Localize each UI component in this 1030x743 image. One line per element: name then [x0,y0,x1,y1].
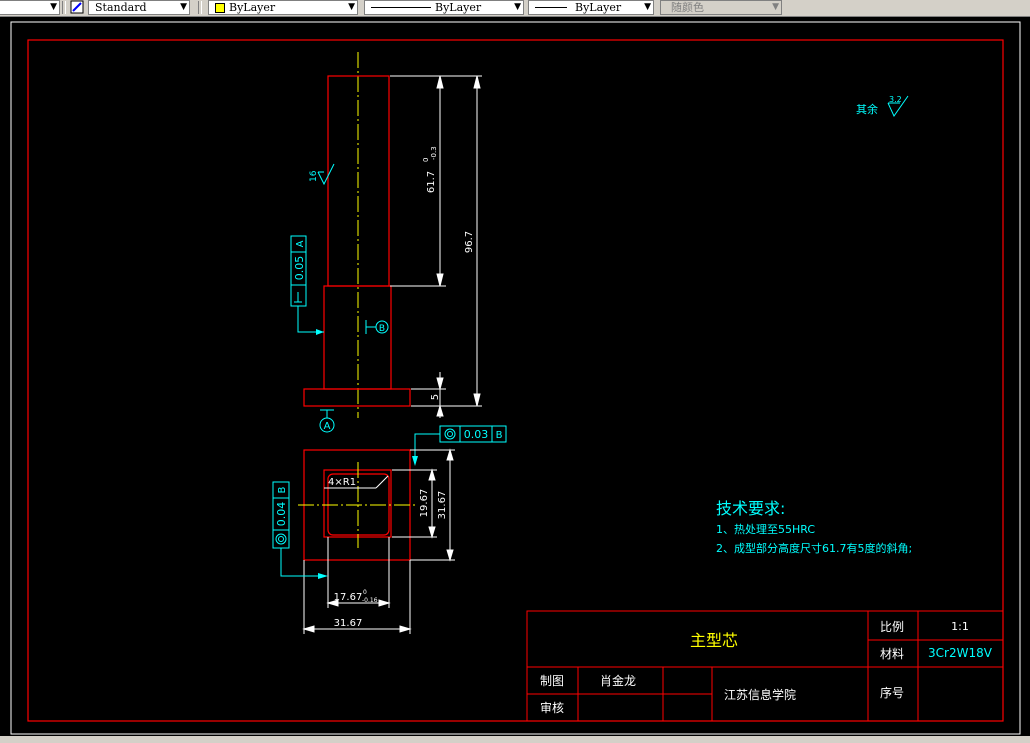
chevron-down-icon: ▼ [772,2,779,12]
roughness-default-label: 其余 [856,102,878,116]
dim-outer-width: 31.67 [334,618,363,629]
part-name: 主型芯 [690,631,738,650]
chevron-down-icon: ▼ [348,2,355,12]
fillet-label: 4×R1 [328,477,356,488]
plot-style-combo: 随颜色 ▼ [660,0,782,15]
plot-style-value: 随颜色 [671,1,704,14]
title-block [526,610,1004,722]
lineweight-value: ByLayer [575,1,622,14]
top-view: 4×R1 [298,449,418,561]
properties-toolbar: ▼ Standard ▼ ByLayer ▼ ByLayer ▼ ByLayer… [0,0,1030,17]
chevron-down-icon: ▼ [514,2,521,12]
dim-inner-width: 17.67 [334,592,363,603]
status-strip [0,736,1030,743]
drawn-label: 制图 [540,674,564,688]
dim-inner-height: 19.67 [419,489,430,518]
default-roughness: 其余 3.2 [856,95,909,117]
toolbar-separator [198,1,202,14]
datum-b-label: B [379,324,385,334]
perpendicularity-frame: A 0.05 [290,235,324,335]
roughness-face-value: 16 [309,170,319,182]
dim-upper-tol-lower: -0.3 [430,146,438,160]
institution: 江苏信息学院 [724,687,796,702]
datum-a-label: A [324,421,331,432]
scale-value: 1:1 [951,620,969,633]
drawing-border [27,39,1004,722]
lineweight-combo[interactable]: ByLayer ▼ [528,0,654,15]
text-style-icon[interactable] [70,0,84,14]
dim-total-height: 96.7 [464,231,475,253]
conc-tol-value: 0.03 [464,428,489,441]
roughness-default-value: 3.2 [889,95,902,104]
top-dimensions [302,448,455,634]
conc-tol-value-2: 0.04 [275,502,288,527]
color-swatch-icon [215,3,225,13]
roughness-face-symbol: 16 [309,163,335,186]
scale-label: 比例 [880,620,904,634]
text-style-combo[interactable]: Standard ▼ [88,0,190,15]
core-flange [303,388,411,407]
material-value: 3Cr2W18V [928,646,993,660]
toolbar-separator [62,1,66,14]
checked-label: 审核 [540,700,564,715]
linetype-value: ByLayer [435,1,482,14]
dim-upper-height: 61.7 [426,171,437,193]
chevron-down-icon: ▼ [644,2,651,12]
conc-tol-datum-2: B [277,486,288,493]
dim-inner-width-tol-lower: -0.16 [362,597,378,604]
chevron-down-icon: ▼ [50,2,57,12]
lineweight-sample-icon [535,7,567,8]
concentricity-frame-top: 0.03 B [412,425,507,466]
dim-flange: 5 [430,394,441,400]
datum-b-symbol: B [365,320,389,334]
tech-req-item-1: 1、热处理至55HRC [716,523,815,536]
chevron-down-icon: ▼ [180,2,187,12]
material-label: 材料 [880,647,904,661]
layer-color-combo[interactable]: ByLayer ▼ [208,0,358,15]
layer-color-value: ByLayer [229,1,276,14]
dim-upper-tol-upper: 0 [422,158,430,162]
dim-outer-height: 31.67 [437,491,448,520]
perp-tol-value: 0.05 [293,256,306,281]
tech-req-item-2: 2、成型部分高度尺寸61.7有5度的斜角; [716,541,912,555]
perp-tol-datum: A [295,240,306,247]
linetype-combo[interactable]: ByLayer ▼ [364,0,524,15]
concentricity-frame-left: B 0.04 [272,481,328,579]
tech-requirements: 技术要求: 1、热处理至55HRC 2、成型部分高度尺寸61.7有5度的斜角; [716,499,912,555]
linetype-sample-icon [371,7,431,8]
dimstyle-combo[interactable]: ▼ [0,0,60,15]
paper-outer-frame [10,21,1021,735]
text-style-value: Standard [95,1,147,14]
drawing-canvas[interactable]: 61.7 0 -0.3 96.7 5 16 A 0.05 B A 0.03 B … [0,16,1030,736]
dim-inner-width-tol-upper: 0 [363,589,367,596]
drawn-name: 肖金龙 [600,673,636,688]
front-view [303,52,411,418]
conc-tol-datum: B [496,430,503,441]
tech-req-title: 技术要求: [716,499,785,518]
datum-a-symbol: A [319,409,335,433]
serial-label: 序号 [880,685,904,700]
